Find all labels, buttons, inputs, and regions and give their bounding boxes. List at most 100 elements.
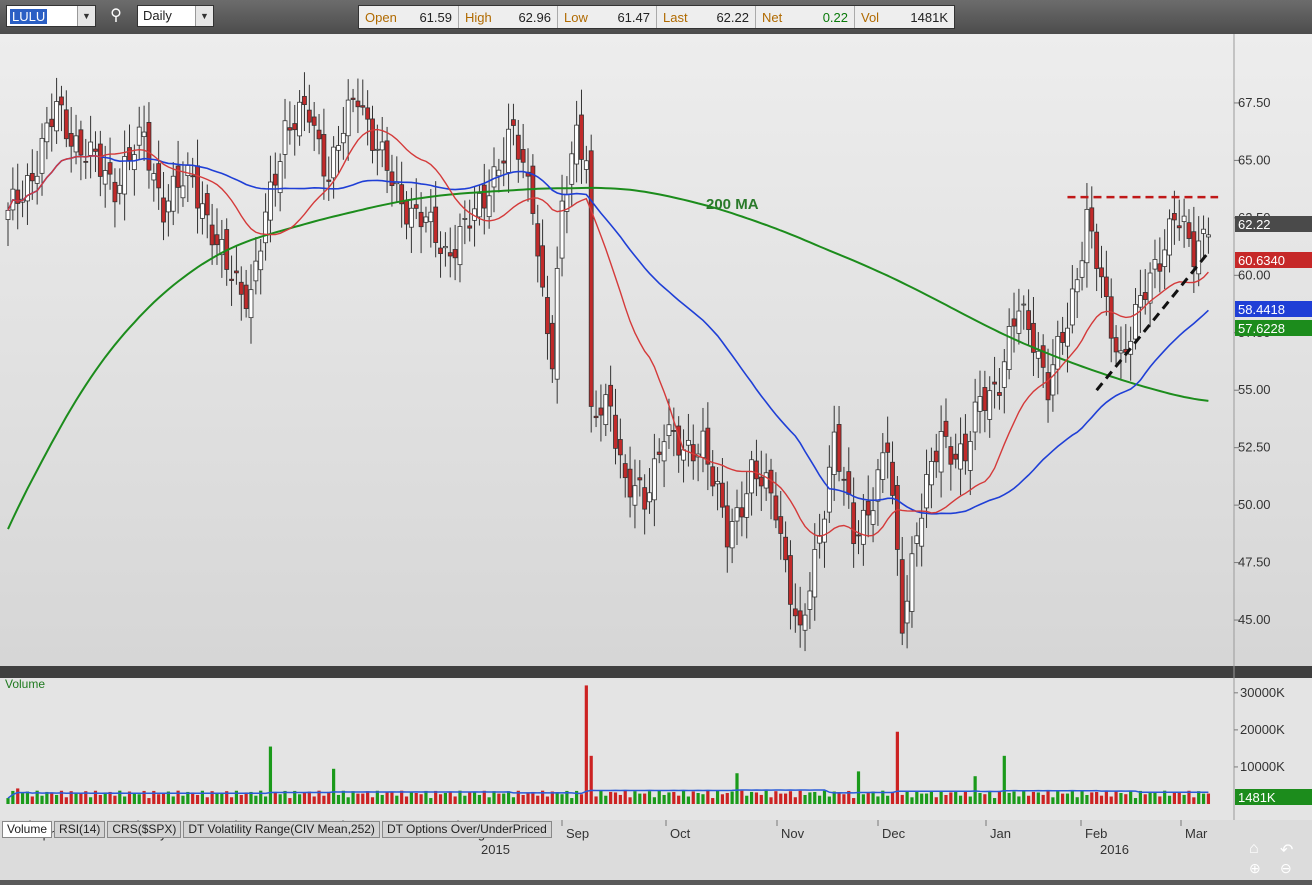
candle-up [715,481,720,485]
candle-up [1181,215,1187,223]
candle-down [1172,213,1177,221]
volume-bar [788,791,793,804]
y-tick-label: 65.00 [1238,152,1271,167]
candle-down [788,555,793,605]
candle-up [199,203,205,219]
candle-up [506,128,511,173]
volume-bar [822,790,827,804]
quote-high: High 62.96 [459,6,558,28]
candle-down [515,134,521,160]
volume-bar [385,792,389,804]
candle-up [1118,350,1124,354]
candle-down [797,610,803,626]
volume-bar [356,793,360,804]
candle-up [136,126,142,146]
candle-down [49,118,55,128]
candle-down [1060,331,1066,343]
volume-bar [482,790,486,804]
tab-rsi[interactable]: RSI(14) [54,821,106,838]
symbol-input[interactable]: LULU ▼ [6,5,96,27]
volume-bar [1036,792,1040,804]
candle-down [1099,267,1104,278]
candle-down [758,476,764,487]
chart-area[interactable]: 45.0047.5050.0052.5055.0057.5060.0062.50… [0,34,1312,880]
volume-bar [98,794,102,804]
symbol-value[interactable]: LULU [10,9,48,24]
search-icon[interactable]: ⚲ [106,6,126,26]
tab-volume[interactable]: Volume [2,821,53,838]
volume-bar [1124,794,1128,804]
volume-bar [920,793,924,804]
volume-bar [647,791,652,804]
volume-bar [604,795,608,804]
y-tick-label: 45.00 [1238,612,1271,627]
quote-net: Net 0.22 [756,6,855,28]
candle-down [841,478,847,481]
candle-down [287,127,293,131]
candle-up [141,131,147,138]
volume-bar [79,793,83,804]
y-tick-label: 55.00 [1238,382,1271,397]
volume-bar [609,791,613,804]
candle-down [520,149,526,163]
tab-options-overpriced[interactable]: DT Options Over/UnderPriced [381,821,552,838]
candle-up [870,510,876,525]
tab-volatility-range[interactable]: DT Volatility Range(CIV Mean,252) [183,821,380,838]
tab-crs[interactable]: CRS($SPX) [107,821,182,838]
volume-bar [89,797,93,804]
zoom-out-icon[interactable]: ⊖ [1280,860,1292,877]
candle-down [243,284,249,310]
candle-down [656,451,662,455]
candle-up [763,472,769,489]
symbol-dropdown-icon[interactable]: ▼ [77,6,95,26]
y-tick-label: 60.00 [1238,267,1271,282]
candle-up [1050,364,1056,396]
volume-panel-title: Volume [5,677,45,691]
volume-bar [1109,796,1113,804]
candle-down [438,247,443,254]
volume-bar [774,791,778,804]
volume-bar [531,791,535,804]
candle-up [909,553,915,612]
undo-icon[interactable]: ↶ [1280,840,1293,860]
last-value-label: 60.6340 [1238,253,1285,268]
indicator-tabs: Volume RSI(14) CRS($SPX) DT Volatility R… [2,821,552,838]
volume-bar [346,797,350,804]
volume-bar [341,790,345,804]
volume-bar [1012,791,1016,804]
candle-up [34,175,40,184]
zoom-in-icon[interactable]: ⊕ [1249,860,1261,877]
candle-up [73,135,79,153]
period-dropdown-icon[interactable]: ▼ [195,6,213,26]
home-icon[interactable]: ⌂ [1249,840,1259,858]
candle-down [413,204,419,209]
candle-up [554,268,560,380]
volume-bar [1129,790,1133,804]
candle-down [209,224,215,246]
volume-bar [852,798,856,804]
candle-up [1133,304,1138,340]
volume-bar [171,796,175,804]
candle-down [899,559,905,634]
volume-bar [1177,792,1181,804]
candle-down [214,234,220,246]
candle-down [637,477,643,481]
volume-bar [327,791,331,804]
volume-bar [589,755,593,804]
candle-up [1137,295,1143,308]
volume-bar [370,797,375,804]
volume-bar [506,791,511,804]
candle-up [1074,279,1080,293]
x-month-label: Nov [781,826,805,841]
candle-up [987,390,993,420]
candle-down [272,173,278,186]
volume-bar [322,795,326,804]
volume-bar [681,790,686,804]
candle-up [477,193,482,218]
volume-bar [988,790,992,804]
volume-bar [784,793,788,804]
period-select[interactable]: Daily ▼ [137,5,214,27]
volume-bar [20,792,25,804]
volume-bar [924,793,929,804]
candle-up [812,549,818,598]
